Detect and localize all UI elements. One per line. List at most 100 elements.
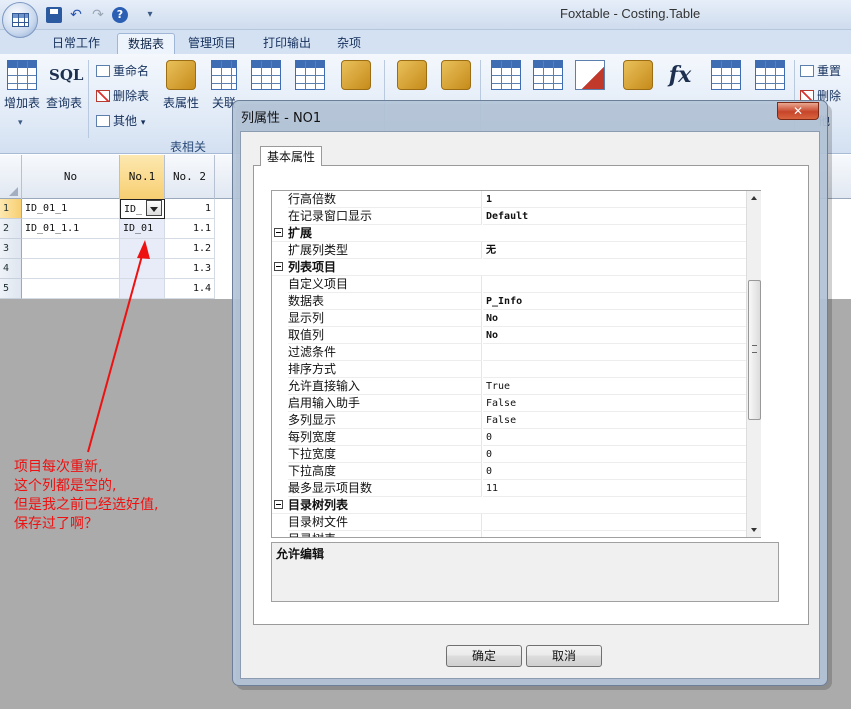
property-value[interactable]: No: [483, 310, 760, 327]
property-category[interactable]: 列表项目: [272, 259, 760, 276]
redo-icon[interactable]: ↷: [90, 7, 106, 23]
property-value[interactable]: False: [483, 412, 760, 429]
save-icon[interactable]: [46, 7, 62, 23]
query-table-button[interactable]: SQL 查询表: [44, 60, 84, 111]
property-row[interactable]: 目录树表: [272, 531, 760, 537]
ok-button[interactable]: 确定: [446, 645, 522, 667]
property-row[interactable]: 显示列 No: [272, 310, 760, 327]
table-props-button[interactable]: 表属性: [161, 60, 201, 111]
select-all-corner[interactable]: [0, 155, 22, 199]
add-column-button[interactable]: [486, 60, 526, 94]
property-row[interactable]: 下拉宽度 0: [272, 446, 760, 463]
category-header[interactable]: 扩展: [272, 225, 760, 242]
database-button[interactable]: [392, 60, 432, 94]
property-row[interactable]: 每列宽度 0: [272, 429, 760, 446]
property-row[interactable]: 行高倍数 1: [272, 191, 760, 208]
property-value[interactable]: 11: [483, 480, 760, 497]
property-value[interactable]: 0: [483, 463, 760, 480]
property-row[interactable]: 下拉高度 0: [272, 463, 760, 480]
property-row[interactable]: 扩展列类型无: [272, 242, 760, 259]
cell-no1[interactable]: [120, 239, 165, 259]
tab-print-output[interactable]: 打印输出: [253, 33, 321, 54]
scroll-down-icon[interactable]: [747, 522, 762, 537]
category-header[interactable]: 列表项目: [272, 259, 760, 276]
cell-no2[interactable]: 1.1: [165, 219, 215, 239]
property-category[interactable]: 目录树列表: [272, 497, 760, 514]
property-value[interactable]: False: [483, 395, 760, 412]
quick-access-dropdown-icon[interactable]: ▾: [142, 7, 158, 23]
row-number[interactable]: 5: [0, 279, 22, 299]
dropdown-arrow-icon[interactable]: [146, 200, 162, 216]
row-number[interactable]: 1: [0, 199, 22, 219]
property-value[interactable]: Default: [483, 208, 760, 225]
expression-button[interactable]: fx: [660, 60, 700, 94]
cell-no1[interactable]: ID_01: [120, 219, 165, 239]
other-button[interactable]: 其他 ▾: [96, 112, 145, 129]
cancel-button[interactable]: 取消: [526, 645, 602, 667]
tab-data-table[interactable]: 数据表: [117, 33, 176, 54]
row-number[interactable]: 2: [0, 219, 22, 239]
property-row[interactable]: 启用输入助手 False: [272, 395, 760, 412]
property-grid[interactable]: 行高倍数 1 在记录窗口显示 Default 扩展 扩展列类型无列表项目 自定义项目 数据表 P…: [271, 190, 761, 538]
property-row[interactable]: 最多显示项目数 11: [272, 480, 760, 497]
cell-no2[interactable]: 1: [165, 199, 215, 219]
property-row[interactable]: 在记录窗口显示 Default: [272, 208, 760, 225]
tab-misc[interactable]: 杂项: [327, 33, 371, 54]
collapse-icon[interactable]: [274, 262, 283, 271]
undo-icon[interactable]: ↶: [68, 7, 84, 23]
cell-no2[interactable]: 1.2: [165, 239, 215, 259]
property-value[interactable]: [483, 514, 760, 531]
cell-no[interactable]: [22, 239, 120, 259]
property-row[interactable]: 过滤条件: [272, 344, 760, 361]
tab-daily-work[interactable]: 日常工作: [42, 33, 110, 54]
database-sync-button[interactable]: [436, 60, 476, 94]
property-value[interactable]: [483, 344, 760, 361]
property-row[interactable]: 数据表 P_Info: [272, 293, 760, 310]
cell-no1[interactable]: [120, 259, 165, 279]
add-table-dropdown-icon[interactable]: ▾: [18, 118, 23, 128]
property-value[interactable]: [483, 361, 760, 378]
insert-column-left-button[interactable]: [246, 60, 286, 94]
property-row[interactable]: 多列显示 False: [272, 412, 760, 429]
column-header-no[interactable]: No: [22, 155, 120, 199]
collapse-icon[interactable]: [274, 500, 283, 509]
insert-column-right-button[interactable]: [290, 60, 330, 94]
help-icon[interactable]: ?: [112, 7, 128, 23]
insert-column-button[interactable]: [528, 60, 568, 94]
cell-no[interactable]: ID_01_1: [22, 199, 120, 219]
tab-basic-properties[interactable]: 基本属性: [260, 146, 323, 166]
property-value[interactable]: [483, 276, 760, 293]
property-row[interactable]: 排序方式: [272, 361, 760, 378]
collapse-icon[interactable]: [274, 228, 283, 237]
cell-no[interactable]: ID_01_1.1: [22, 219, 120, 239]
edit-column-button[interactable]: [570, 60, 610, 94]
property-value[interactable]: P_Info: [483, 293, 760, 310]
property-value[interactable]: No: [483, 327, 760, 344]
reset-button[interactable]: 重置: [800, 62, 841, 79]
cell-no1[interactable]: [120, 279, 165, 299]
property-value[interactable]: 0: [483, 446, 760, 463]
move-column-right-button[interactable]: [750, 60, 790, 94]
column-header-no2[interactable]: No. 2: [165, 155, 215, 199]
scroll-thumb[interactable]: [748, 280, 761, 420]
category-header[interactable]: 目录树列表: [272, 497, 760, 514]
property-row[interactable]: 取值列 No: [272, 327, 760, 344]
cell-no2[interactable]: 1.3: [165, 259, 215, 279]
cell-no[interactable]: [22, 279, 120, 299]
property-row[interactable]: 自定义项目: [272, 276, 760, 293]
app-menu-button[interactable]: [2, 2, 38, 38]
cell-no[interactable]: [22, 259, 120, 279]
tab-manage-project[interactable]: 管理项目: [178, 33, 246, 54]
add-table-button[interactable]: 增加表: [2, 60, 42, 111]
property-value[interactable]: 无: [483, 242, 760, 259]
property-value[interactable]: 0: [483, 429, 760, 446]
property-value[interactable]: [483, 531, 760, 537]
column-header-no1[interactable]: No.1: [120, 155, 165, 199]
property-row[interactable]: 目录树文件: [272, 514, 760, 531]
property-row[interactable]: 允许直接输入 True: [272, 378, 760, 395]
property-category[interactable]: 扩展: [272, 225, 760, 242]
move-column-left-button[interactable]: [706, 60, 746, 94]
property-value[interactable]: 1: [483, 191, 760, 208]
row-number[interactable]: 4: [0, 259, 22, 279]
property-value[interactable]: True: [483, 378, 760, 395]
